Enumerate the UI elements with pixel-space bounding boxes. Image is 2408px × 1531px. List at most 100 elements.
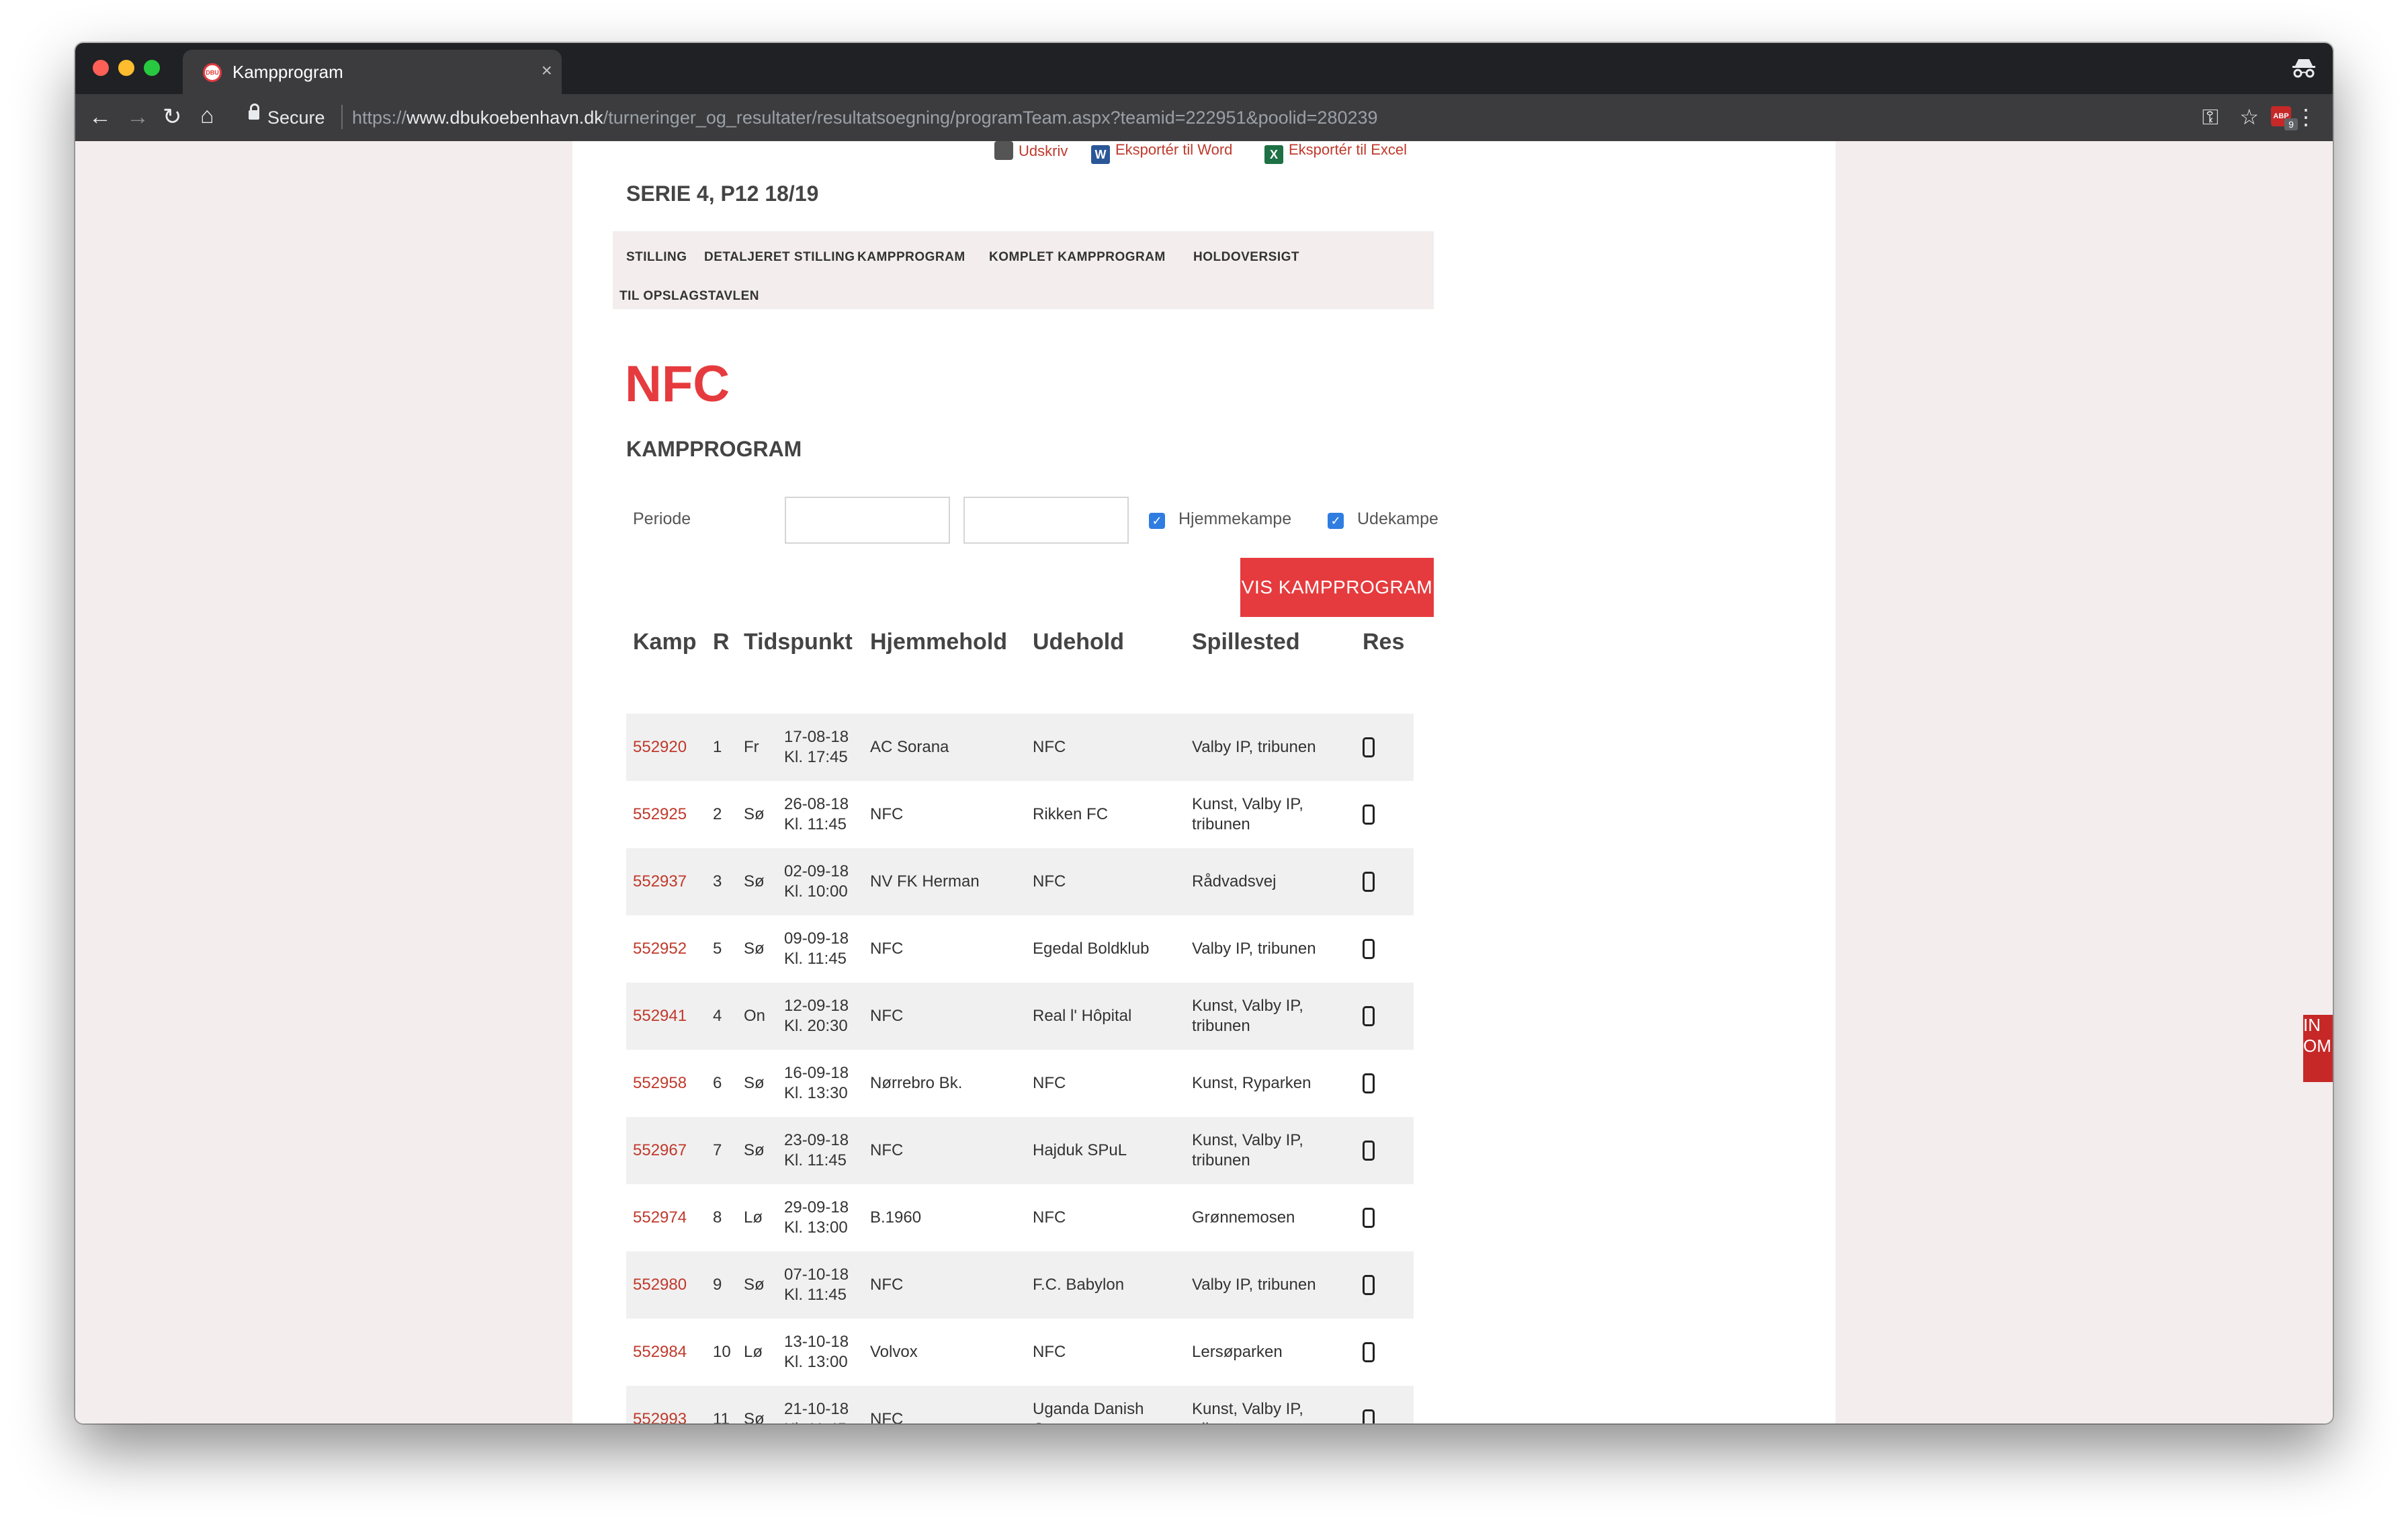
match-id-link[interactable]: 552974	[633, 1208, 687, 1228]
close-window-button[interactable]	[93, 60, 109, 76]
back-arrow-icon[interactable]: ←	[89, 104, 112, 130]
weekday: Sø	[744, 1141, 765, 1159]
subnav-detaljeret-stilling[interactable]: DETALJERET STILLING	[704, 250, 855, 265]
team-name: NFC	[625, 356, 730, 413]
table-row: 552980 9 Sø 07-10-18 Kl. 11:45 NFC F.C. Babylo…	[626, 1251, 1414, 1319]
table-row: 552974 8 Lø 29-09-18 Kl. 13:00 B.1960 NFC Grønn…	[626, 1184, 1414, 1251]
date-to-input[interactable]	[963, 497, 1129, 544]
kebab-menu-icon[interactable]: ⋮	[2295, 105, 2317, 129]
match-id-link[interactable]: 552920	[633, 737, 687, 757]
home-team: NFC	[870, 1410, 904, 1423]
mobile-result-icon[interactable]	[1363, 737, 1375, 757]
vis-kampprogram-button[interactable]: VIS KAMPPROGRAM	[1240, 558, 1434, 617]
venue: Valby IP, tribunen	[1192, 1276, 1316, 1294]
match-time: Kl. 11:45	[784, 1151, 847, 1169]
home-team: NFC	[870, 1141, 904, 1159]
away-games-checkbox[interactable]: ✓	[1328, 513, 1344, 529]
mobile-result-icon[interactable]	[1363, 1208, 1375, 1228]
table-row: 552967 7 Sø 23-09-18 Kl. 11:45 NFC Hajduk SPuL…	[626, 1117, 1414, 1184]
match-id-link[interactable]: 552937	[633, 872, 687, 892]
match-time: Kl. 11:45	[784, 1286, 847, 1304]
date-from-input[interactable]	[785, 497, 950, 544]
match-date: 26-08-18	[784, 795, 849, 813]
url-text[interactable]: https://www.dbukoebenhavn.dk/turneringer…	[352, 108, 1378, 128]
subnav-holdoversigt[interactable]: HOLDOVERSIGT	[1193, 250, 1299, 265]
table-row: 552958 6 Sø 16-09-18 Kl. 13:30 Nørrebro Bk. NF…	[626, 1050, 1414, 1117]
home-team: NFC	[870, 805, 904, 823]
mobile-result-icon[interactable]	[1363, 1409, 1375, 1423]
venue: Valby IP, tribunen	[1192, 738, 1316, 756]
match-id-link[interactable]: 552993	[633, 1409, 687, 1423]
home-team: Nørrebro Bk.	[870, 1074, 963, 1092]
dbu-favicon-icon: DBU	[203, 63, 222, 82]
weekday: Sø	[744, 1074, 765, 1092]
away-team: Real l' Hôpital	[1033, 1007, 1132, 1025]
match-date: 02-09-18	[784, 862, 849, 880]
print-link[interactable]: Udskriv	[994, 141, 1068, 160]
match-date: 16-09-18	[784, 1064, 849, 1082]
subnav-stilling[interactable]: STILLING	[626, 250, 687, 265]
match-time: Kl. 13:00	[784, 1353, 848, 1371]
forward-arrow-icon[interactable]: →	[126, 104, 149, 130]
mobile-result-icon[interactable]	[1363, 1141, 1375, 1161]
subnav-til-opslagstavlen[interactable]: TIL OPSLAGSTAVLEN	[619, 289, 759, 304]
mobile-result-icon[interactable]	[1363, 872, 1375, 892]
home-games-checkbox[interactable]: ✓	[1149, 513, 1165, 529]
tab-title: Kampprogram	[232, 62, 343, 82]
away-team: Rikken FC	[1033, 805, 1109, 823]
match-id-link[interactable]: 552941	[633, 1006, 687, 1026]
away-games-label: Udekampe	[1357, 509, 1438, 528]
away-team: NFC	[1033, 738, 1066, 756]
mobile-result-icon[interactable]	[1363, 1342, 1375, 1362]
table-row: 552984 10 Lø 13-10-18 Kl. 13:00 Volvox NFC Lers…	[626, 1319, 1414, 1386]
match-id-link[interactable]: 552958	[633, 1073, 687, 1093]
home-team: AC Sorana	[870, 738, 949, 756]
mobile-result-icon[interactable]	[1363, 1006, 1375, 1026]
side-feedback-tab[interactable]: IN OM	[2303, 1015, 2333, 1082]
match-date: 07-10-18	[784, 1266, 849, 1284]
tab-close-icon[interactable]: ×	[542, 60, 552, 81]
round-number: 6	[713, 1074, 722, 1092]
match-id-link[interactable]: 552980	[633, 1275, 687, 1295]
mobile-result-icon[interactable]	[1363, 1073, 1375, 1093]
match-id-link[interactable]: 552952	[633, 939, 687, 959]
mobile-result-icon[interactable]	[1363, 1275, 1375, 1295]
title-bar: DBU Kampprogram ×	[75, 43, 2333, 94]
venue: Kunst, Ryparken	[1192, 1074, 1312, 1092]
venue: Kunst, Valby IP, tribunen	[1192, 997, 1303, 1035]
table-row: 552993 11 Sø 21-10-18Kl. 11:45 NFC Uganda Dan…	[626, 1386, 1414, 1423]
mobile-result-icon[interactable]	[1363, 804, 1375, 825]
match-id-link[interactable]: 552925	[633, 804, 687, 825]
round-number: 1	[713, 738, 722, 756]
export-word-label: Eksportér til Word	[1115, 141, 1233, 158]
subnav-komplet-kampprogram[interactable]: KOMPLET KAMPPROGRAM	[989, 250, 1166, 265]
address-bar[interactable]: Secure https://www.dbukoebenhavn.dk/turn…	[241, 99, 2149, 136]
minimize-window-button[interactable]	[118, 60, 134, 76]
home-icon[interactable]: ⌂	[200, 102, 214, 129]
round-number: 8	[713, 1208, 722, 1227]
maximize-window-button[interactable]	[144, 60, 160, 76]
bookmark-star-icon[interactable]: ☆	[2239, 105, 2259, 129]
key-icon[interactable]: ⚿	[2202, 105, 2219, 129]
weekday: Sø	[744, 1410, 765, 1423]
export-excel-link[interactable]: X Eksportér til Excel	[1264, 141, 1407, 164]
main-panel: Udskriv W Eksportér til Word X Eksportér t…	[572, 141, 1836, 1423]
subnav-kampprogram[interactable]: KAMPPROGRAM	[857, 250, 965, 265]
url-host: www.dbukoebenhavn.dk	[406, 108, 603, 128]
mobile-result-icon[interactable]	[1363, 939, 1375, 959]
reload-icon[interactable]: ↻	[163, 104, 182, 130]
incognito-icon	[2292, 59, 2315, 78]
match-id-link[interactable]: 552984	[633, 1342, 687, 1362]
excel-icon: X	[1264, 145, 1283, 164]
weekday: Sø	[744, 1276, 765, 1294]
export-word-link[interactable]: W Eksportér til Word	[1091, 141, 1232, 164]
match-id-link[interactable]: 552967	[633, 1141, 687, 1161]
url-path: /turneringer_og_resultater/resultatsoegn…	[603, 108, 1378, 128]
league-title: SERIE 4, P12 18/19	[626, 181, 819, 206]
match-time: Kl. 17:45	[784, 748, 848, 766]
table-row: 552952 5 Sø 09-09-18 Kl. 11:45 NFC Egedal Bold…	[626, 915, 1414, 983]
away-team: NFC	[1033, 872, 1066, 891]
match-date: 13-10-18	[784, 1333, 849, 1351]
new-tab-button[interactable]	[487, 66, 537, 89]
header-res: Res	[1363, 629, 1405, 655]
